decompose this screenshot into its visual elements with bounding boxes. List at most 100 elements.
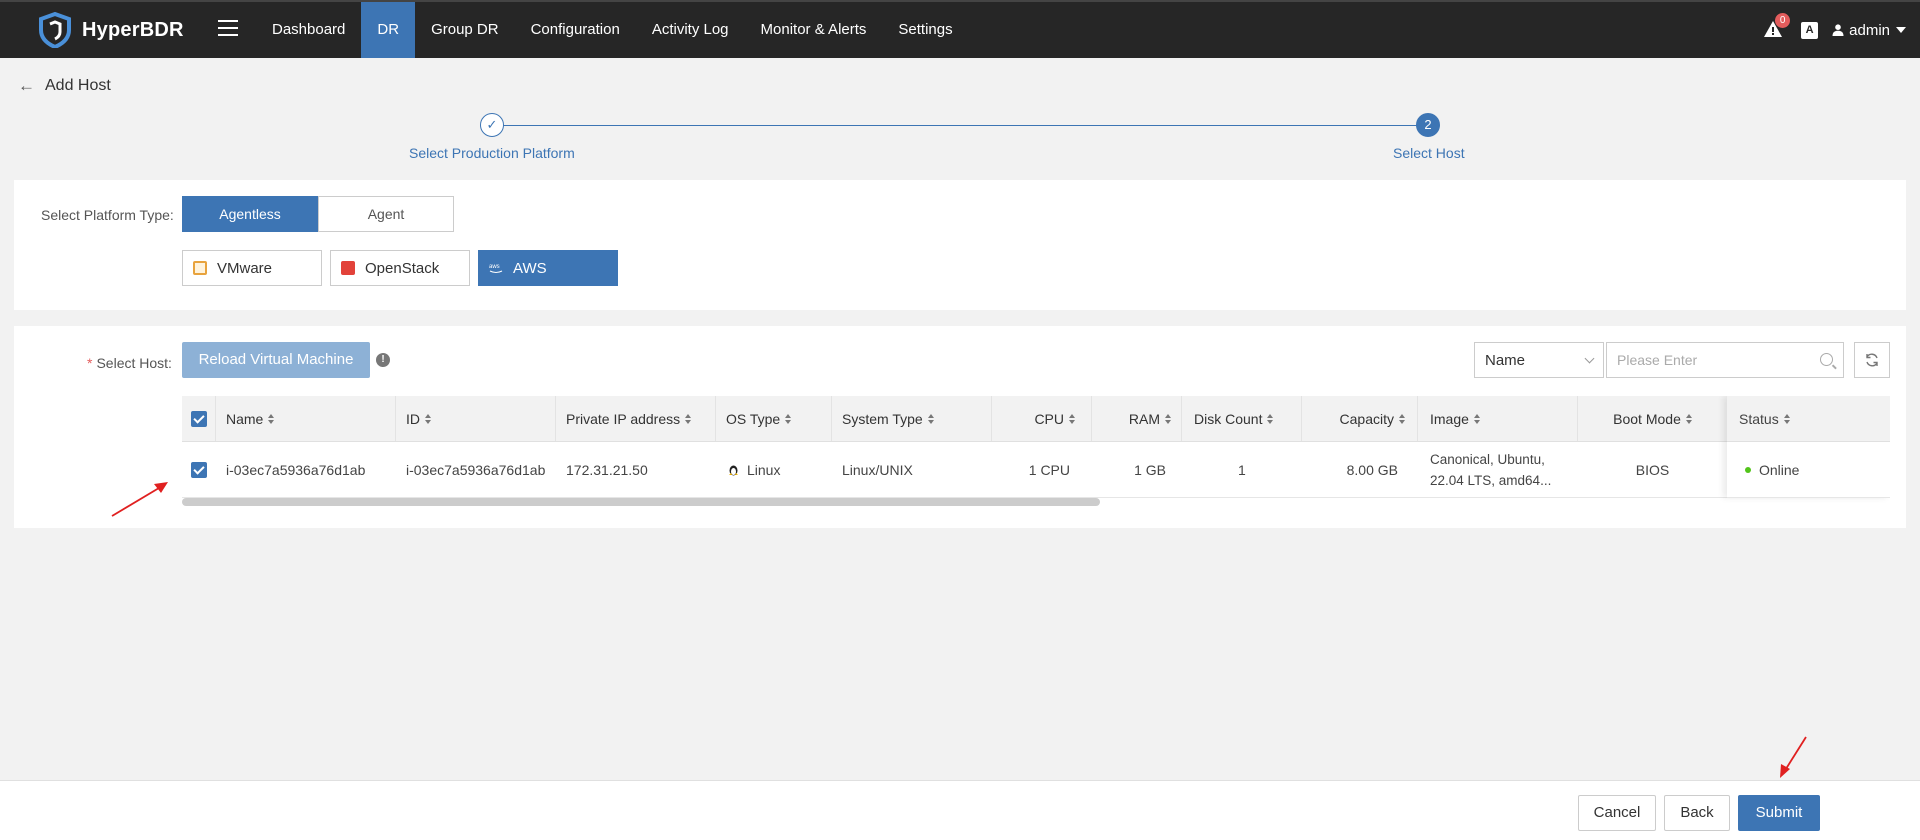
steps-connector [492,125,1428,126]
col-name[interactable]: Name [216,396,396,441]
caret-down-icon [1896,27,1906,33]
reload-vm-button[interactable]: Reload Virtual Machine [182,342,370,378]
nav-activity-log[interactable]: Activity Log [636,2,745,58]
app-logo[interactable]: HyperBDR [38,12,184,48]
sort-icon [785,413,792,424]
sort-icon [1267,413,1274,424]
sort-icon [1783,413,1790,424]
top-navbar: HyperBDR Dashboard DR Group DR Configura… [0,0,1920,58]
platform-aws[interactable]: aws AWS [478,250,618,286]
status-column-fixed: Status Online [1727,396,1890,498]
app-name: HyperBDR [82,18,184,41]
platform-openstack[interactable]: OpenStack [330,250,470,286]
step-1-check-icon: ✓ [480,113,504,137]
col-os-type[interactable]: OS Type [716,396,832,441]
cell-name: i-03ec7a5936a76d1ab [226,461,366,478]
step-1-label: Select Production Platform [409,145,575,161]
cell-image: Canonical, Ubuntu, 22.04 LTS, amd64... [1430,451,1552,488]
footer-bar: Cancel Back Submit [0,780,1920,840]
search-box [1606,342,1844,378]
cell-capacity: 8.00 GB [1346,461,1398,478]
back-button[interactable]: Back [1664,795,1730,831]
cancel-button[interactable]: Cancel [1578,795,1656,831]
table-header: Name ID Private IP address OS Type Syste… [182,396,1890,442]
col-status[interactable]: Status [1727,396,1890,442]
sort-icon [268,413,275,424]
host-card: * Select Host: Reload Virtual Machine ! N… [14,326,1906,528]
refresh-button[interactable] [1854,342,1890,378]
filter-field-select[interactable]: Name [1474,342,1604,378]
sort-icon [1685,413,1692,424]
row-select-cell [182,442,216,497]
sort-icon [1473,413,1480,424]
step-2-label: Select Host [1393,145,1465,161]
menu-toggle-icon[interactable] [218,20,238,38]
col-image[interactable]: Image [1418,396,1578,441]
horizontal-scrollbar[interactable] [182,498,1100,506]
platform-vmware[interactable]: VMware [182,250,322,286]
user-menu[interactable]: admin [1832,22,1906,39]
nav-settings[interactable]: Settings [882,2,968,58]
vmware-icon [193,261,207,275]
username: admin [1849,21,1890,39]
nav-dr[interactable]: DR [361,2,416,58]
cell-system-type: Linux/UNIX [842,461,913,478]
sort-icon [425,413,431,424]
arrow-left-icon: ← [18,76,35,95]
col-ram[interactable]: RAM [1092,396,1182,441]
cell-status: Online [1727,442,1890,498]
alert-button[interactable]: 0 [1763,13,1791,41]
refresh-icon [1866,353,1878,367]
agentless-button[interactable]: Agentless [182,196,318,232]
platform-aws-label: AWS [513,259,547,277]
col-boot-mode[interactable]: Boot Mode [1578,396,1727,441]
nav-configuration[interactable]: Configuration [515,2,636,58]
alert-count-badge: 0 [1775,13,1791,28]
cell-id: i-03ec7a5936a76d1ab [406,461,546,478]
cell-private-ip: 172.31.21.50 [566,461,648,478]
sort-icon [685,413,692,424]
sort-icon [1069,413,1075,424]
nav-dashboard[interactable]: Dashboard [256,2,361,58]
select-host-text: Select Host: [96,355,172,371]
topbar-actions: 0 A admin [1763,2,1906,58]
status-text: Online [1759,461,1800,478]
status-dot-icon [1745,466,1751,473]
sort-icon [1399,413,1405,424]
table-row[interactable]: i-03ec7a5936a76d1ab i-03ec7a5936a76d1ab … [182,442,1890,498]
platform-card: Select Platform Type: Agentless Agent VM… [14,180,1906,310]
col-disk-count[interactable]: Disk Count [1182,396,1302,441]
sort-icon [1165,413,1171,424]
openstack-icon [341,261,355,275]
col-cpu[interactable]: CPU [992,396,1092,441]
language-icon[interactable]: A [1801,21,1819,39]
platform-type-toggle: Agentless Agent [182,196,454,232]
submit-button[interactable]: Submit [1738,795,1820,831]
back-link[interactable]: ← Add Host [18,76,111,96]
platform-type-label: Select Platform Type: [41,207,174,223]
search-input[interactable] [1607,343,1807,377]
col-capacity[interactable]: Capacity [1302,396,1418,441]
chevron-down-icon [1584,353,1595,363]
svg-text:aws: aws [489,264,500,270]
nav-group-dr[interactable]: Group DR [415,2,515,58]
annotation-arrow-icon [1780,736,1807,778]
col-system-type[interactable]: System Type [832,396,992,441]
step-2-number: 2 [1416,113,1440,137]
cell-disk-count: 1 [1238,461,1246,478]
col-id[interactable]: ID [396,396,556,441]
row-checkbox[interactable] [191,461,207,478]
main-nav: Dashboard DR Group DR Configuration Acti… [256,2,969,58]
linux-penguin-icon [729,465,738,475]
select-all-checkbox[interactable] [190,410,207,427]
cell-ram: 1 GB [1134,461,1166,478]
agent-button[interactable]: Agent [318,196,454,232]
col-private-ip[interactable]: Private IP address [556,396,716,441]
nav-monitor-alerts[interactable]: Monitor & Alerts [745,2,883,58]
aws-icon: aws [489,264,503,273]
cell-os-type: Linux [716,442,832,497]
shield-logo-icon [39,12,71,48]
select-host-label: * Select Host: [87,355,172,371]
info-icon[interactable]: ! [376,353,390,367]
search-icon[interactable] [1820,353,1833,366]
